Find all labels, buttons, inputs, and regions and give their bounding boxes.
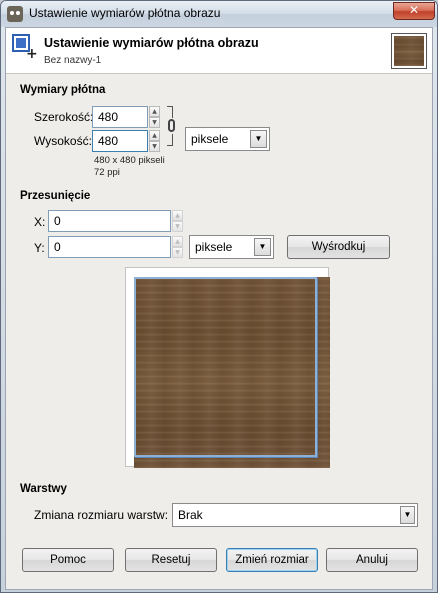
chevron-down-icon: ▼ — [400, 506, 415, 524]
size-unit-value: piksele — [191, 132, 229, 146]
dialog-window: Ustawienie wymiarów płótna obrazu ✕ + Us… — [0, 0, 438, 593]
chevron-down-icon: ▼ — [250, 130, 267, 148]
offset-x-spinner[interactable]: ▲ ▼ — [172, 210, 183, 232]
title-bar[interactable]: Ustawienie wymiarów płótna obrazu ✕ — [1, 1, 437, 27]
offset-unit-value: piksele — [195, 240, 233, 254]
resize-layers-value: Brak — [178, 508, 203, 522]
height-spinner[interactable]: ▲ ▼ — [149, 130, 160, 152]
canvas-size-heading: Wymiary płótna — [20, 84, 106, 96]
size-info: 480 x 480 pikseli — [94, 155, 165, 166]
offset-x-label: X: — [34, 215, 46, 229]
close-button[interactable]: ✕ — [393, 2, 435, 20]
dialog-heading: Ustawienie wymiarów płótna obrazu — [44, 36, 259, 50]
offset-y-label: Y: — [34, 241, 45, 255]
size-unit-select[interactable]: piksele ▼ — [185, 127, 270, 151]
offset-heading: Przesunięcie — [20, 190, 91, 202]
dialog-header: + Ustawienie wymiarów płótna obrazu Bez … — [6, 28, 432, 74]
width-spinner[interactable]: ▲ ▼ — [149, 106, 160, 128]
resize-layers-select[interactable]: Brak ▼ — [172, 503, 418, 527]
offset-y-spinner[interactable]: ▲ ▼ — [172, 236, 183, 258]
layers-heading: Warstwy — [20, 483, 67, 495]
dialog-body: + Ustawienie wymiarów płótna obrazu Bez … — [5, 27, 433, 590]
width-label: Szerokość: — [34, 110, 94, 124]
gimp-app-icon — [7, 6, 23, 22]
canvas-size-icon: + — [12, 34, 38, 62]
center-button[interactable]: Wyśrodkuj — [287, 235, 390, 259]
offset-y-input[interactable]: 0 — [48, 236, 171, 258]
resize-layers-label: Zmiana rozmiaru warstw: — [34, 508, 169, 522]
reset-button[interactable]: Resetuj — [125, 548, 217, 572]
image-thumbnail — [391, 33, 427, 69]
help-button[interactable]: Pomoc — [22, 548, 114, 572]
offset-x-input[interactable]: 0 — [48, 210, 171, 232]
cancel-button[interactable]: Anuluj — [326, 548, 418, 572]
width-input[interactable]: 480 — [92, 106, 148, 128]
height-input[interactable]: 480 — [92, 130, 148, 152]
image-name: Bez nazwy-1 — [44, 55, 102, 66]
resize-button[interactable]: Zmień rozmiar — [226, 548, 318, 572]
offset-preview[interactable] — [125, 267, 330, 468]
chain-link-icon[interactable] — [167, 106, 177, 146]
window-title: Ustawienie wymiarów płótna obrazu — [29, 6, 221, 20]
resolution-info: 72 ppi — [94, 167, 120, 178]
chevron-down-icon: ▼ — [254, 238, 271, 256]
offset-unit-select[interactable]: piksele ▼ — [189, 235, 274, 259]
height-label: Wysokość: — [34, 134, 92, 148]
canvas-boundary — [134, 277, 317, 457]
